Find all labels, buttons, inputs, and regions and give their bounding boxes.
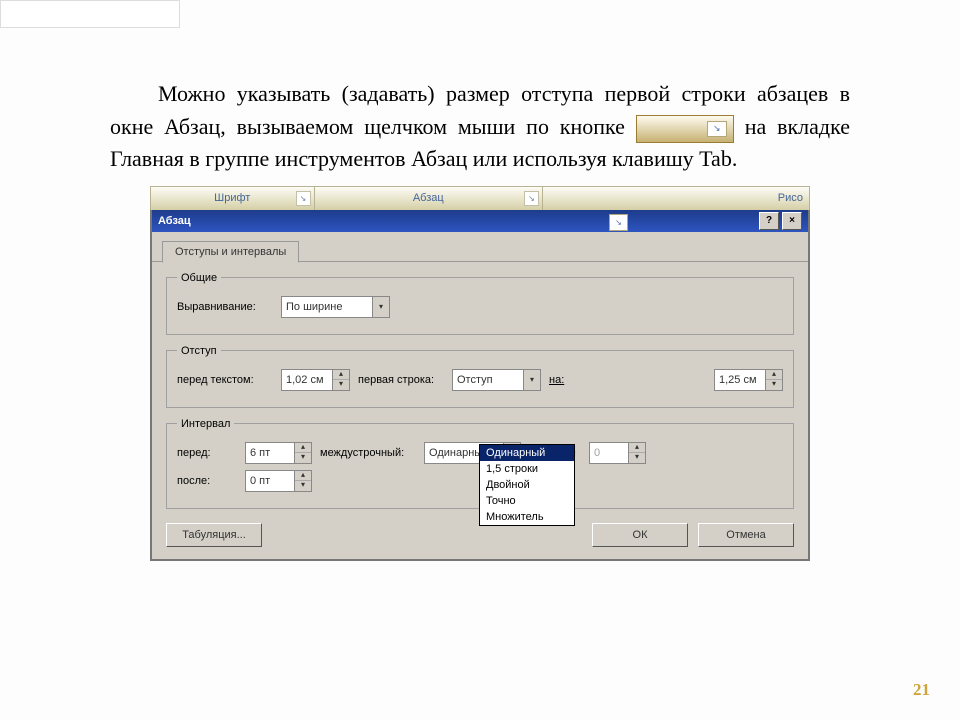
- word-ribbon: Шрифт ↘ Абзац ↘ Рисо: [150, 186, 810, 211]
- ribbon-group-font: Шрифт ↘: [151, 187, 315, 210]
- dropdown-arrow-icon: ▾: [523, 370, 540, 390]
- ribbon-group-paragraph: Абзац ↘: [315, 187, 544, 210]
- tab-indents-spacing[interactable]: Отступы и интервалы: [162, 241, 299, 263]
- first-line-combo[interactable]: Отступ ▾: [452, 369, 541, 391]
- spacing-before-value: 6 пт: [246, 444, 294, 462]
- before-text-value: 1,02 см: [282, 371, 332, 389]
- spinner-buttons-icon: ▴▾: [628, 443, 645, 463]
- spacing-after-spinner[interactable]: 0 пт ▴▾: [245, 470, 312, 492]
- spinner-buttons-icon: ▴▾: [294, 471, 311, 491]
- font-launcher-icon[interactable]: ↘: [296, 191, 311, 206]
- dialog-launcher-icon: ↘: [707, 121, 727, 137]
- para-text-1: Можно указывать (задавать) размер отступ…: [110, 81, 850, 139]
- by-value: 1,25 см: [715, 371, 765, 389]
- spinner-buttons-icon: ▴▾: [765, 370, 782, 390]
- alignment-combo[interactable]: По ширине ▾: [281, 296, 390, 318]
- group-general: Общие Выравнивание: По ширине ▾: [166, 272, 794, 335]
- ribbon-group-drawing-label: Рисо: [778, 192, 803, 204]
- dropdown-arrow-icon: ▾: [372, 297, 389, 317]
- dropdown-option[interactable]: 1,5 строки: [480, 461, 574, 477]
- paragraph-dialog: Абзац ? × Отступы и интервалы ↘ Общие Вы…: [150, 210, 810, 561]
- help-button[interactable]: ?: [759, 212, 779, 230]
- group-indent: Отступ перед текстом: 1,02 см ▴▾ первая …: [166, 345, 794, 408]
- group-general-legend: Общие: [177, 272, 221, 284]
- ribbon-group-drawing: Рисо: [543, 187, 809, 210]
- dropdown-option[interactable]: Двойной: [480, 477, 574, 493]
- body-paragraph: Можно указывать (задавать) размер отступ…: [0, 28, 960, 186]
- dialog-title: Абзац: [158, 215, 191, 227]
- dialog-inner-launcher-icon: ↘: [609, 214, 628, 231]
- line-spacing-dropdown[interactable]: Одинарный 1,5 строки Двойной Точно Множи…: [479, 444, 575, 526]
- spinner-buttons-icon: ▴▾: [332, 370, 349, 390]
- first-line-value: Отступ: [453, 371, 523, 389]
- close-button[interactable]: ×: [782, 212, 802, 230]
- page-number: 21: [913, 680, 930, 700]
- ok-button[interactable]: ОК: [592, 523, 688, 547]
- alignment-label: Выравнивание:: [177, 301, 273, 313]
- dialog-titlebar: Абзац ? ×: [152, 210, 808, 232]
- paragraph-launcher-icon[interactable]: ↘: [524, 191, 539, 206]
- spacing-after-value: 0 пт: [246, 472, 294, 490]
- first-line-label: первая строка:: [358, 374, 444, 386]
- tabs-button[interactable]: Табуляция...: [166, 523, 262, 547]
- by-spinner[interactable]: 1,25 см ▴▾: [714, 369, 783, 391]
- by-label: на:: [549, 374, 571, 386]
- ribbon-group-paragraph-label: Абзац: [413, 192, 444, 204]
- spacing-value-spinner: 0 ▴▾: [589, 442, 646, 464]
- alignment-value: По ширине: [282, 298, 372, 316]
- spacing-before-label: перед:: [177, 447, 237, 459]
- dropdown-option[interactable]: Множитель: [480, 509, 574, 525]
- line-spacing-label: междустрочный:: [320, 447, 416, 459]
- before-text-spinner[interactable]: 1,02 см ▴▾: [281, 369, 350, 391]
- ribbon-group-font-label: Шрифт: [214, 192, 250, 204]
- spacing-value-value: 0: [590, 444, 628, 462]
- group-indent-legend: Отступ: [177, 345, 221, 357]
- dialog-launcher-inline-image: ↘: [636, 115, 734, 143]
- dropdown-option[interactable]: Одинарный: [480, 445, 574, 461]
- dropdown-option[interactable]: Точно: [480, 493, 574, 509]
- dialog-tabs: Отступы и интервалы ↘: [152, 232, 808, 262]
- slide-header-strip: [0, 0, 180, 28]
- cancel-button[interactable]: Отмена: [698, 523, 794, 547]
- spacing-before-spinner[interactable]: 6 пт ▴▾: [245, 442, 312, 464]
- spacing-after-label: после:: [177, 475, 237, 487]
- spinner-buttons-icon: ▴▾: [294, 443, 311, 463]
- group-spacing-legend: Интервал: [177, 418, 234, 430]
- before-text-label: перед текстом:: [177, 374, 273, 386]
